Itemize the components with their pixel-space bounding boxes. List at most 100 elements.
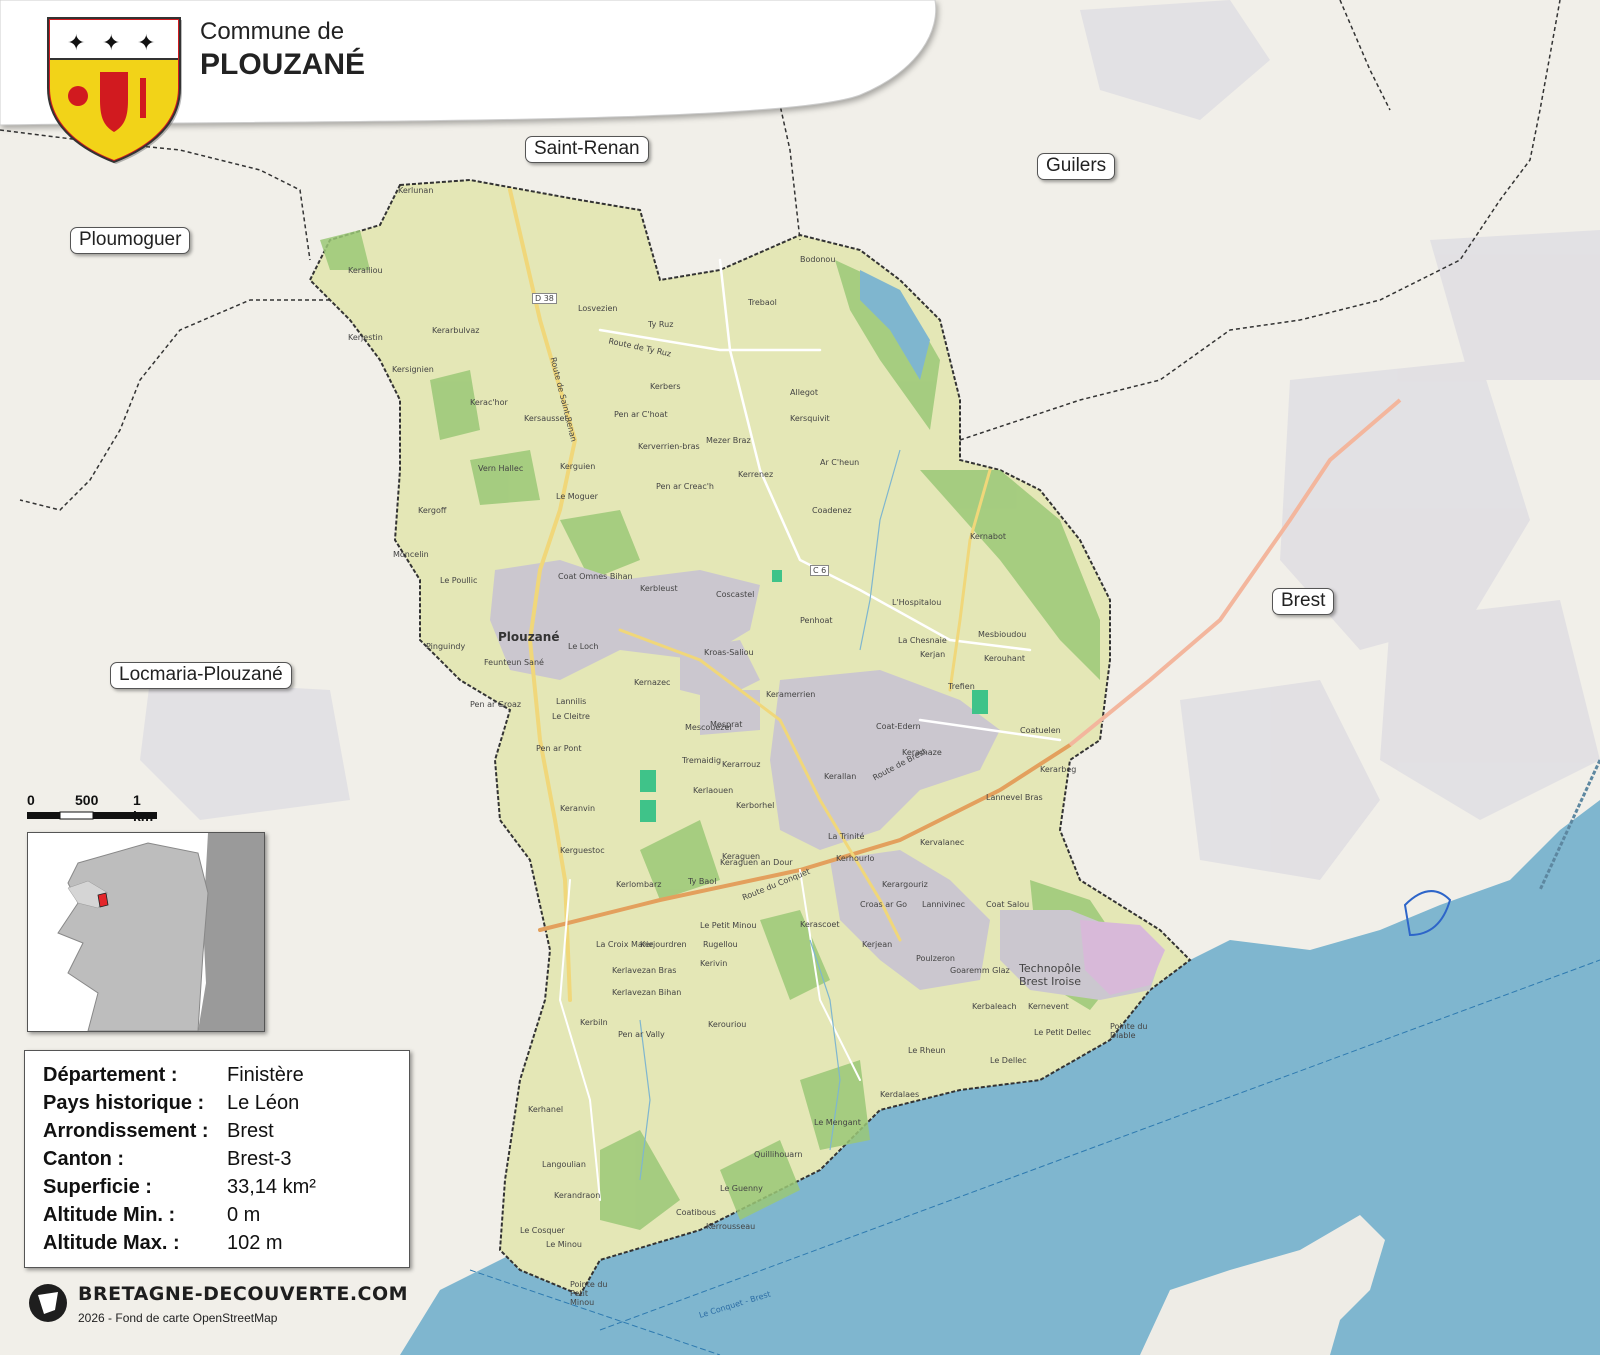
hamlet-label: Coat Salou: [986, 900, 1030, 909]
hamlet-label: Langoulian: [542, 1160, 586, 1169]
scale-tick-500: 500: [75, 792, 99, 808]
place-plouzane: Plouzané: [498, 630, 560, 644]
svg-text:✦: ✦: [67, 31, 85, 56]
hamlet-label: Kerlavezan Bihan: [612, 988, 682, 997]
hamlet-label: L'Hospitalou: [892, 598, 942, 607]
locator-inset-map: [27, 832, 265, 1032]
hamlet-label: Poulzeron: [916, 954, 955, 963]
hamlet-label: Moncelin: [393, 550, 429, 559]
hamlet-label: Kerlombarz: [616, 880, 662, 889]
hamlet-label: Keraguen an Dour: [720, 858, 793, 867]
neighbor-label-guilers[interactable]: Guilers: [1037, 153, 1116, 180]
hamlet-label: Kerhanel: [528, 1105, 564, 1114]
hamlet-label: Kerbaleach: [972, 1002, 1017, 1011]
hamlet-label: Kerouriou: [708, 1020, 747, 1029]
place-la-trinite: La Trinité: [828, 832, 865, 841]
hamlet-label: Kerargouriz: [882, 880, 928, 889]
place-technopole: Technopôle Brest Iroise: [1019, 962, 1081, 988]
hamlet-label: Le Petit Minou: [700, 921, 757, 930]
hamlet-label: Le Cleitre: [552, 712, 590, 721]
neighbor-label-saint-renan[interactable]: Saint-Renan: [525, 136, 649, 163]
info-row: Département : Finistère: [43, 1061, 316, 1089]
hamlet-label: Kerouhant: [984, 654, 1026, 663]
scale-tick-0: 0: [27, 792, 35, 808]
svg-text:✦: ✦: [102, 31, 120, 56]
info-row: Superficie : 33,14 km²: [43, 1173, 316, 1201]
hamlet-label: Pen ar Groaz: [470, 700, 522, 709]
scale-tick-1km: 1 km: [133, 792, 154, 824]
hamlet-label: Feunteun Sané: [484, 658, 544, 667]
hamlet-label: Kerdalaes: [880, 1090, 920, 1099]
header-title-block: Commune de PLOUZANÉ: [200, 18, 365, 82]
hamlet-label: Coadenez: [812, 506, 852, 515]
hamlet-label: Tremaidig: [682, 756, 722, 765]
hamlet-label: Le Moguer: [556, 492, 598, 501]
hamlet-label: Kerlaouen: [693, 786, 734, 795]
info-label: Canton :: [43, 1147, 125, 1170]
footer-site-link[interactable]: BRETAGNE-DECOUVERTE.COM: [78, 1283, 408, 1305]
hamlet-label: Allegot: [790, 388, 818, 397]
hamlet-label: Pen ar Pont: [536, 744, 582, 753]
footer-credit: 2026 - Fond de carte OpenStreetMap: [78, 1311, 278, 1325]
hamlet-label: Le Rheun: [908, 1046, 946, 1055]
hamlet-label: Lannevel Bras: [986, 793, 1043, 802]
hamlet-label: Le Mengant: [814, 1118, 861, 1127]
svg-text:✦: ✦: [137, 31, 155, 56]
neighbor-label-brest[interactable]: Brest: [1272, 588, 1335, 615]
hamlet-label: Losvezien: [578, 304, 618, 313]
hamlet-label: Mezer Braz: [706, 436, 751, 445]
place-pointe-diable: Pointe du Diable: [1110, 1022, 1148, 1040]
road-label-c6: C 6: [810, 565, 830, 576]
hamlet-label: Kerandraon: [554, 1191, 601, 1200]
road-label-d38: D 38: [532, 293, 557, 304]
info-label: Altitude Min. :: [43, 1203, 176, 1226]
hamlet-label: Kerascoet: [800, 920, 840, 929]
hamlet-label: Kroas-Saliou: [704, 648, 754, 657]
hamlet-label: Kerivin: [700, 959, 728, 968]
hamlet-label: Kerarrouz: [722, 760, 761, 769]
hamlet-label: Le Petit Dellec: [1034, 1028, 1092, 1037]
hamlet-label: La Chesnaie: [898, 636, 947, 645]
hamlet-label: Rugellou: [703, 940, 738, 949]
hamlet-label: Coat Omnes Bihan: [558, 572, 633, 581]
hamlet-label: Kerarbeg: [1040, 765, 1077, 774]
hamlet-label: Ty Baol: [688, 877, 717, 886]
hamlet-label: Kerbleust: [640, 584, 678, 593]
neighbor-label-locmaria-plouzane[interactable]: Locmaria-Plouzané: [110, 662, 292, 689]
info-label: Arrondissement :: [43, 1119, 209, 1142]
hamlet-label: Bodonou: [800, 255, 836, 264]
info-value: Brest: [227, 1119, 274, 1142]
info-row: Altitude Max. : 102 m: [43, 1229, 316, 1257]
hamlet-label: Kerjean: [862, 940, 893, 949]
hamlet-label: Le Dellec: [990, 1056, 1027, 1065]
hamlet-label: Kerrenez: [738, 470, 774, 479]
hamlet-label: Kernazec: [634, 678, 671, 687]
neighbor-label-ploumoguer[interactable]: Ploumoguer: [70, 227, 191, 254]
info-row: Arrondissement : Brest: [43, 1117, 316, 1145]
hamlet-label: Kerjestin: [348, 333, 383, 342]
hamlet-label: Lannivinec: [922, 900, 966, 909]
bretagne-logo-icon: [29, 1284, 67, 1322]
hamlet-label: Kerguien: [560, 462, 596, 471]
hamlet-label: Coatibous: [676, 1208, 716, 1217]
commune-title: PLOUZANÉ: [200, 48, 365, 81]
hamlet-label: Coat-Edern: [876, 722, 921, 731]
info-value: 0 m: [227, 1203, 261, 1226]
hamlet-label: Trebaol: [748, 298, 777, 307]
hamlet-label: Kervalanec: [920, 838, 965, 847]
commune-info-panel: Département : Finistère Pays historique :…: [24, 1050, 410, 1268]
hamlet-label: Kernevent: [1028, 1002, 1069, 1011]
hamlet-label: Ar C'heun: [820, 458, 860, 467]
hamlet-label: Keranvin: [560, 804, 596, 813]
hamlet-label: Trefien: [948, 682, 975, 691]
hamlet-label: Kerjan: [920, 650, 946, 659]
hamlet-label: Kerarbulvaz: [432, 326, 480, 335]
hamlet-label: Le Poullic: [440, 576, 478, 585]
hamlet-label: Lannilis: [556, 697, 587, 706]
hamlet-label: La Croix Marie: [596, 940, 654, 949]
hamlet-label: Pen ar Vally: [618, 1030, 665, 1039]
place-pointe-minou: Pointe du Petit Minou: [570, 1280, 608, 1307]
scale-legend: 0 500 1 km: [27, 792, 157, 824]
hamlet-label: Kerhourlo: [836, 854, 875, 863]
hamlet-label: Kerborhel: [736, 801, 775, 810]
